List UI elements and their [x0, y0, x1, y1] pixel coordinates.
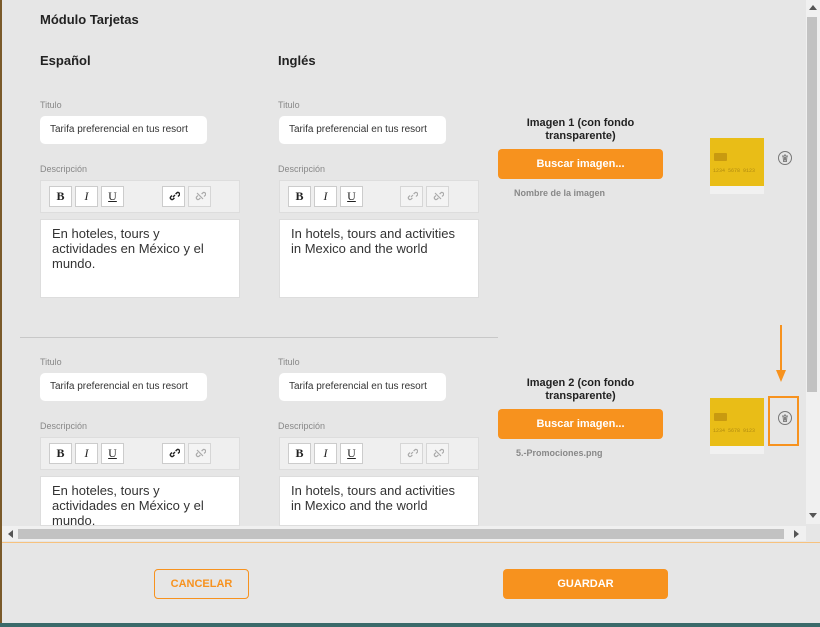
title-input-es-1[interactable]: Tarifa preferencial en tus resort — [40, 116, 207, 144]
bold-button[interactable]: B — [49, 186, 72, 207]
editor-toolbar-en-2: B I U — [279, 437, 479, 470]
image-name-2: 5.-Promociones.png — [516, 448, 603, 458]
save-button[interactable]: GUARDAR — [503, 569, 668, 599]
title-label-es-1: Titulo — [40, 100, 62, 110]
image-title-1: Imagen 1 (con fondo transparente) — [526, 117, 635, 142]
card-number: 1234 5678 9123 — [713, 168, 756, 174]
link-button[interactable] — [400, 443, 423, 464]
link-button[interactable] — [162, 186, 185, 207]
window-bottom-edge — [0, 623, 820, 627]
underline-button[interactable]: U — [340, 186, 363, 207]
italic-button[interactable]: I — [314, 443, 337, 464]
card-strip — [710, 186, 764, 194]
horizontal-scrollbar-thumb[interactable] — [18, 529, 784, 539]
description-label-en-1: Descripción — [278, 164, 326, 174]
vertical-scrollbar-thumb[interactable] — [807, 17, 817, 392]
card-number: 1234 5678 9123 — [713, 428, 756, 434]
card-chip — [714, 413, 727, 421]
down-arrow-icon — [780, 325, 782, 373]
scroll-down-arrow-icon[interactable] — [809, 513, 817, 518]
card-image-preview-2: 1234 5678 9123 — [710, 398, 764, 454]
link-icon — [168, 191, 180, 205]
bold-button[interactable]: B — [288, 186, 311, 207]
title-label-en-2: Titulo — [278, 357, 300, 367]
description-editor-en-1[interactable]: In hotels, tours and activities in Mexic… — [279, 219, 479, 298]
column-heading-english: Inglés — [278, 53, 316, 68]
link-button[interactable] — [400, 186, 423, 207]
description-editor-es-1[interactable]: En hoteles, tours y actividades en Méxic… — [40, 219, 240, 298]
search-image-button-2[interactable]: Buscar imagen... — [498, 409, 663, 439]
editor-toolbar-es-2: B I U — [40, 437, 240, 470]
unlink-icon — [194, 191, 206, 205]
underline-button[interactable]: U — [340, 443, 363, 464]
editor-toolbar-es-1: B I U — [40, 180, 240, 213]
bold-button[interactable]: B — [49, 443, 72, 464]
description-editor-es-2[interactable]: En hoteles, tours y actividades en Méxic… — [40, 476, 240, 526]
title-label-en-1: Titulo — [278, 100, 300, 110]
italic-button[interactable]: I — [75, 186, 98, 207]
title-input-es-2[interactable]: Tarifa preferencial en tus resort — [40, 373, 207, 401]
card-strip — [710, 446, 764, 454]
cancel-button[interactable]: CANCELAR — [154, 569, 249, 599]
italic-button[interactable]: I — [314, 186, 337, 207]
card-image-preview-1: 1234 5678 9123 — [710, 138, 764, 194]
image-title-2: Imagen 2 (con fondo transparente) — [526, 377, 635, 402]
unlink-icon — [432, 448, 444, 462]
title-input-en-1[interactable]: Tarifa preferencial en tus resort — [279, 116, 446, 144]
scroll-right-arrow-icon[interactable] — [794, 530, 799, 538]
highlight-box — [768, 396, 799, 446]
underline-button[interactable]: U — [101, 443, 124, 464]
footer-divider — [2, 542, 820, 543]
scroll-up-arrow-icon[interactable] — [809, 5, 817, 10]
scroll-left-arrow-icon[interactable] — [8, 530, 13, 538]
link-icon — [406, 448, 418, 462]
underline-button[interactable]: U — [101, 186, 124, 207]
search-image-button-1[interactable]: Buscar imagen... — [498, 149, 663, 179]
editor-toolbar-en-1: B I U — [279, 180, 479, 213]
unlink-icon — [194, 448, 206, 462]
title-label-es-2: Titulo — [40, 357, 62, 367]
link-icon — [168, 448, 180, 462]
unlink-button[interactable] — [188, 186, 211, 207]
link-icon — [406, 191, 418, 205]
bold-button[interactable]: B — [288, 443, 311, 464]
unlink-icon — [432, 191, 444, 205]
image-name-1: Nombre de la imagen — [514, 188, 606, 198]
description-label-es-2: Descripción — [40, 421, 88, 431]
description-label-en-2: Descripción — [278, 421, 326, 431]
arrow-head — [776, 370, 786, 382]
description-label-es-1: Descripción — [40, 164, 88, 174]
card-chip — [714, 153, 727, 161]
modal-title: Módulo Tarjetas — [40, 12, 139, 27]
unlink-button[interactable] — [188, 443, 211, 464]
trash-icon[interactable] — [778, 151, 792, 165]
column-heading-spanish: Español — [40, 53, 91, 68]
unlink-button[interactable] — [426, 443, 449, 464]
section-divider — [20, 337, 498, 338]
description-editor-en-2[interactable]: In hotels, tours and activities in Mexic… — [279, 476, 479, 526]
italic-button[interactable]: I — [75, 443, 98, 464]
link-button[interactable] — [162, 443, 185, 464]
unlink-button[interactable] — [426, 186, 449, 207]
title-input-en-2[interactable]: Tarifa preferencial en tus resort — [279, 373, 446, 401]
